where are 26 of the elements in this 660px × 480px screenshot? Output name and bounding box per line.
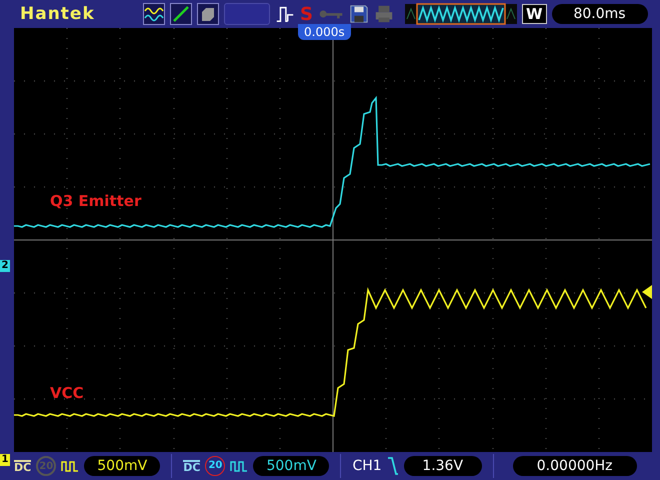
trigger-source: CH1 <box>352 458 382 474</box>
brand-logo: Hantek <box>20 4 96 24</box>
bandwidth-limit-indicator: 20 <box>205 456 226 476</box>
trace-label: Q3 Emitter <box>50 192 142 210</box>
coupling-indicator: DC <box>14 460 32 472</box>
pulse-icon <box>275 4 295 24</box>
waveform-preview[interactable] <box>404 3 517 25</box>
channel-marker[interactable]: 1 <box>0 454 10 466</box>
save-icon[interactable] <box>348 4 369 24</box>
line-icon[interactable] <box>170 3 192 25</box>
volts-per-div-readout: 500mV <box>84 456 160 476</box>
waveform-icon[interactable] <box>143 3 165 25</box>
trigger-level-readout: 1.36V <box>404 456 482 476</box>
window-mode[interactable]: W <box>522 4 547 24</box>
trigger-level-marker[interactable] <box>642 285 652 299</box>
empty-slot <box>224 3 270 25</box>
coupling-indicator: DC <box>183 460 200 472</box>
trigger-position: 0.000s <box>298 24 351 40</box>
timebase-readout: 80.0ms <box>552 4 648 24</box>
channel-marker[interactable]: 2 <box>0 260 10 272</box>
run-state: S <box>300 4 313 24</box>
frequency-readout: 0.00000Hz <box>512 456 637 476</box>
falling-edge-icon <box>386 456 399 476</box>
trace-label: VCC <box>50 384 84 402</box>
volts-per-div-readout: 500mV <box>253 456 330 476</box>
printer-icon <box>374 4 394 24</box>
